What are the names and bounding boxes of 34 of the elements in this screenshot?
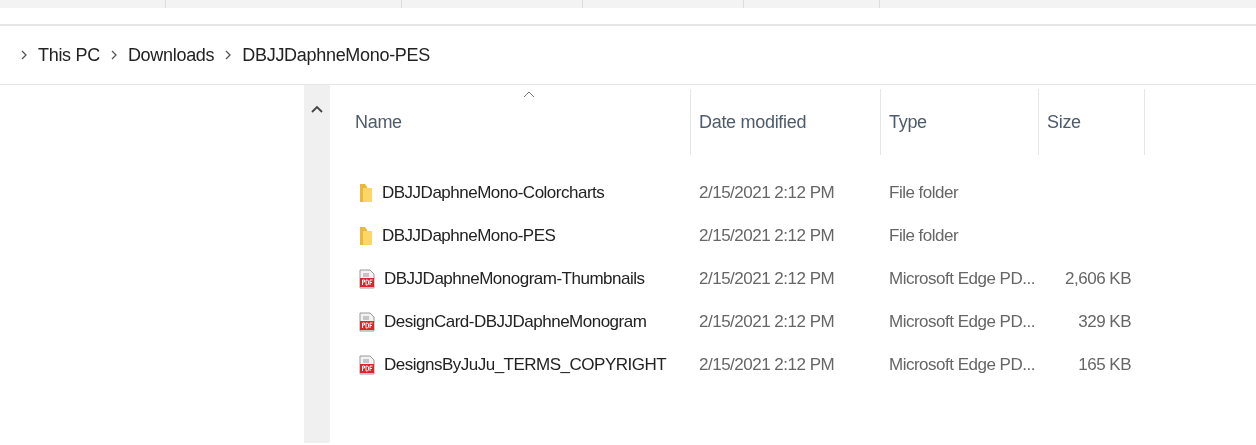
size-cell: 165 KB bbox=[1078, 354, 1131, 374]
file-name[interactable]: DBJJDaphneMono-PES bbox=[382, 225, 556, 246]
size-cell: 2,606 KB bbox=[1065, 268, 1131, 288]
column-header[interactable]: Size bbox=[1039, 89, 1145, 155]
date-cell: 2/15/2021 2:12 PM bbox=[699, 269, 835, 288]
chevron-right-icon bbox=[109, 49, 118, 61]
column-header[interactable]: Type bbox=[881, 89, 1039, 155]
chevron-right-icon bbox=[20, 49, 28, 61]
file-name[interactable]: DBJJDaphneMono-Colorcharts bbox=[382, 182, 605, 203]
pdf-file-icon bbox=[359, 354, 375, 375]
size-cell: 329 KB bbox=[1078, 311, 1131, 331]
date-cell: 2/15/2021 2:12 PM bbox=[699, 355, 835, 374]
column-header[interactable]: Date modified bbox=[691, 89, 881, 155]
type-cell: Microsoft Edge PD... bbox=[889, 355, 1035, 374]
file-name[interactable]: DBJJDaphneMonogram-Thumbnails bbox=[384, 268, 645, 289]
file-name[interactable]: DesignCard-DBJJDaphneMonogram bbox=[384, 311, 647, 332]
type-cell: File folder bbox=[889, 183, 959, 202]
folder-icon bbox=[359, 182, 373, 203]
folder-icon bbox=[359, 225, 373, 246]
chevron-right-icon bbox=[224, 49, 233, 61]
file-name[interactable]: DesignsByJuJu_TERMS_COPYRIGHT bbox=[384, 354, 667, 375]
breadcrumb-item[interactable]: Downloads bbox=[127, 44, 215, 66]
date-cell: 2/15/2021 2:12 PM bbox=[699, 226, 835, 245]
breadcrumb-item[interactable]: DBJJDaphneMono-PES bbox=[242, 44, 430, 66]
date-cell: 2/15/2021 2:12 PM bbox=[699, 312, 835, 331]
pdf-file-icon bbox=[359, 268, 375, 289]
scroll-up-icon[interactable] bbox=[311, 105, 323, 113]
type-cell: File folder bbox=[889, 226, 959, 245]
type-cell: Microsoft Edge PD... bbox=[889, 312, 1035, 331]
column-header[interactable]: Name bbox=[355, 89, 691, 155]
date-cell: 2/15/2021 2:12 PM bbox=[699, 183, 835, 202]
pdf-file-icon bbox=[359, 311, 375, 332]
type-cell: Microsoft Edge PD... bbox=[889, 269, 1035, 288]
breadcrumb-item[interactable]: This PC bbox=[38, 44, 100, 66]
